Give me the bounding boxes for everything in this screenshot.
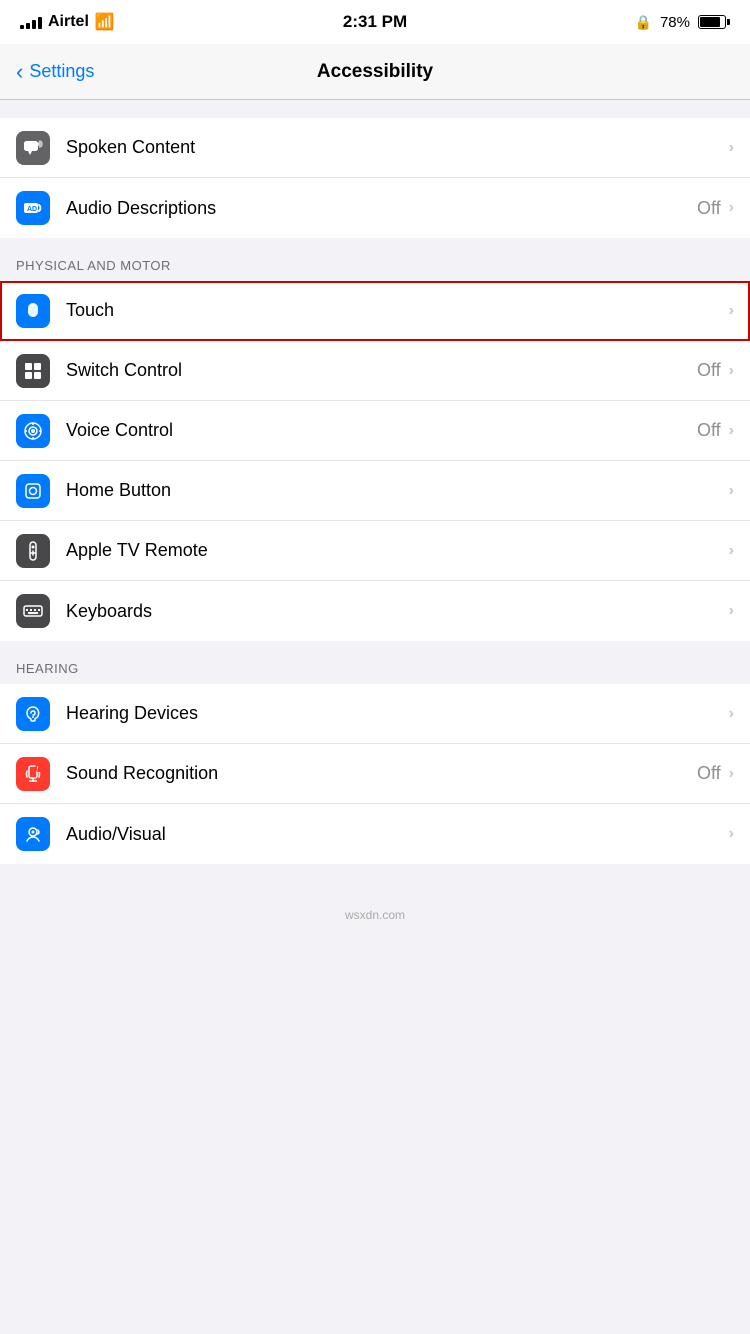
hearing-devices-icon — [16, 697, 50, 731]
wifi-icon: 📶 — [95, 12, 115, 32]
sound-recognition-icon: ! — [16, 757, 50, 791]
battery-fill — [700, 17, 720, 27]
row-spoken-content[interactable]: Spoken Content › — [0, 118, 750, 178]
svg-text:AD: AD — [27, 206, 37, 213]
battery-tip — [727, 19, 730, 25]
row-sound-recognition[interactable]: ! Sound Recognition Off › — [0, 744, 750, 804]
status-time: 2:31 PM — [343, 12, 407, 32]
group-physical-motor: Touch › Switch Control Off › — [0, 281, 750, 641]
signal-bars — [20, 15, 42, 29]
battery-body — [698, 15, 726, 29]
keyboards-icon — [16, 594, 50, 628]
page-title: Accessibility — [317, 61, 433, 83]
home-button-icon — [16, 474, 50, 508]
row-audio-descriptions[interactable]: AD Audio Descriptions Off › — [0, 178, 750, 238]
back-chevron-icon: ‹ — [16, 61, 23, 83]
hearing-devices-label: Hearing Devices — [66, 703, 729, 724]
audio-visual-icon — [16, 817, 50, 851]
row-touch[interactable]: Touch › — [0, 281, 750, 341]
signal-bar-4 — [38, 17, 42, 29]
switch-control-icon — [16, 354, 50, 388]
row-switch-control[interactable]: Switch Control Off › — [0, 341, 750, 401]
group-hearing: Hearing Devices › ! Sound Recognition Of… — [0, 684, 750, 864]
keyboards-label: Keyboards — [66, 601, 729, 622]
switch-control-value: Off — [697, 360, 721, 381]
sound-recognition-chevron: › — [729, 765, 734, 783]
sound-recognition-label: Sound Recognition — [66, 763, 697, 784]
switch-control-chevron: › — [729, 362, 734, 380]
audio-descriptions-label: Audio Descriptions — [66, 198, 697, 219]
nav-bar: ‹ Settings Accessibility — [0, 44, 750, 100]
touch-label: Touch — [66, 300, 729, 321]
status-bar: Airtel 📶 2:31 PM 🔒 78% — [0, 0, 750, 44]
touch-chevron: › — [729, 302, 734, 320]
voice-control-icon — [16, 414, 50, 448]
sound-recognition-value: Off — [697, 763, 721, 784]
row-home-button[interactable]: Home Button › — [0, 461, 750, 521]
audio-descriptions-chevron: › — [729, 199, 734, 217]
voice-control-value: Off — [697, 420, 721, 441]
row-apple-tv-remote[interactable]: Apple TV Remote › — [0, 521, 750, 581]
status-right: 🔒 78% — [635, 14, 730, 31]
section-header-hearing: HEARING — [0, 641, 750, 684]
hearing-devices-chevron: › — [729, 705, 734, 723]
status-left: Airtel 📶 — [20, 12, 115, 32]
keyboards-chevron: › — [729, 602, 734, 620]
home-button-label: Home Button — [66, 480, 729, 501]
audio-visual-chevron: › — [729, 825, 734, 843]
row-hearing-devices[interactable]: Hearing Devices › — [0, 684, 750, 744]
back-label: Settings — [29, 61, 94, 82]
battery-percent: 78% — [660, 14, 690, 31]
signal-bar-3 — [32, 20, 36, 29]
lock-icon: 🔒 — [635, 14, 652, 31]
battery-icon — [698, 15, 730, 29]
row-keyboards[interactable]: Keyboards › — [0, 581, 750, 641]
voice-control-chevron: › — [729, 422, 734, 440]
apple-tv-remote-icon — [16, 534, 50, 568]
group-vision-top: Spoken Content › AD Audio Descriptions O… — [0, 118, 750, 238]
watermark: wsxdn.com — [0, 900, 750, 926]
spoken-content-icon — [16, 131, 50, 165]
apple-tv-remote-label: Apple TV Remote — [66, 540, 729, 561]
touch-icon — [16, 294, 50, 328]
spoken-content-chevron: › — [729, 139, 734, 157]
back-button[interactable]: ‹ Settings — [16, 61, 94, 83]
spoken-content-label: Spoken Content — [66, 137, 729, 158]
bottom-spacer — [0, 864, 750, 900]
switch-control-label: Switch Control — [66, 360, 697, 381]
voice-control-label: Voice Control — [66, 420, 697, 441]
signal-bar-1 — [20, 25, 24, 29]
row-voice-control[interactable]: Voice Control Off › — [0, 401, 750, 461]
row-audio-visual[interactable]: Audio/Visual › — [0, 804, 750, 864]
audio-descriptions-value: Off — [697, 198, 721, 219]
apple-tv-remote-chevron: › — [729, 542, 734, 560]
audio-visual-label: Audio/Visual — [66, 824, 729, 845]
home-button-chevron: › — [729, 482, 734, 500]
audio-descriptions-icon: AD — [16, 191, 50, 225]
svg-text:!: ! — [37, 766, 39, 772]
section-header-physical: PHYSICAL AND MOTOR — [0, 238, 750, 281]
spacer-top — [0, 100, 750, 118]
signal-bar-2 — [26, 23, 30, 29]
carrier-label: Airtel — [48, 13, 89, 31]
